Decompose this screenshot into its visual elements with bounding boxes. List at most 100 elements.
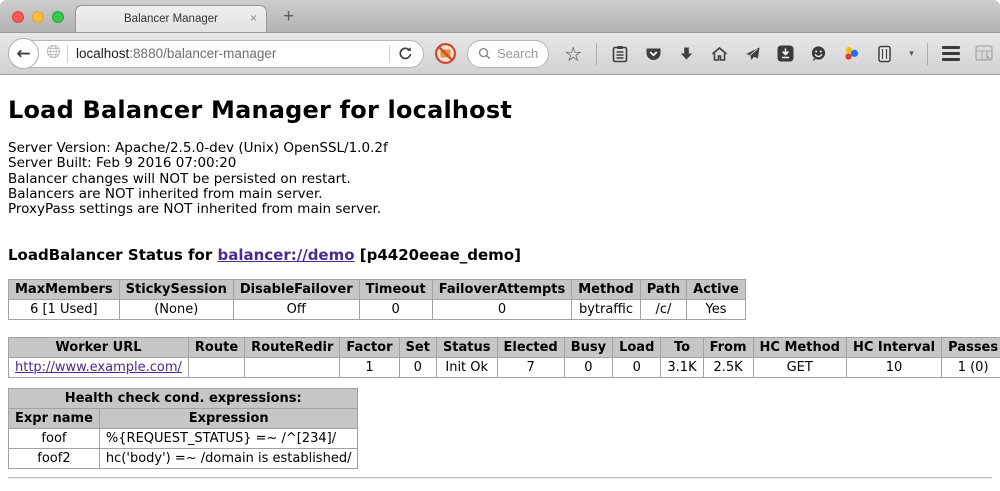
col-disablefailover: DisableFailover xyxy=(233,280,359,300)
col-routeredir: RouteRedir xyxy=(245,338,340,358)
path-value: /c/ xyxy=(640,300,686,320)
tab-balancer-manager[interactable]: Balancer Manager × xyxy=(75,5,267,32)
table-row: foof %{REQUEST_STATUS} =~ /^[234]/ xyxy=(9,429,358,449)
loadbalancer-status-heading: LoadBalancer Status for balancer://demo … xyxy=(8,246,992,264)
col-elected: Elected xyxy=(497,338,564,358)
hc-interval-value: 10 xyxy=(846,358,941,378)
home-icon xyxy=(711,46,728,62)
reading-list-button[interactable] xyxy=(610,43,630,65)
toolbar-separator xyxy=(927,43,928,65)
minimize-window-button[interactable] xyxy=(32,11,44,23)
status-prefix: LoadBalancer Status for xyxy=(8,246,212,264)
chat-smiley-icon xyxy=(810,45,827,62)
flash-blocked-button[interactable] xyxy=(434,42,457,65)
table-header-row: Worker URL Route RouteRedir Factor Set S… xyxy=(9,338,1000,358)
worker-url-link[interactable]: http://www.example.com/ xyxy=(15,360,182,375)
flash-blocked-icon xyxy=(434,42,457,65)
col-worker-url: Worker URL xyxy=(9,338,189,358)
url-bar[interactable]: localhost:8880/balancer-manager xyxy=(24,40,424,68)
toolbar-icon-row: ☆ xyxy=(563,43,994,65)
tab-bar: Balancer Manager × + xyxy=(0,0,1000,33)
from-value: 2.5K xyxy=(703,358,753,378)
col-from: From xyxy=(703,338,753,358)
send-button[interactable] xyxy=(742,43,762,65)
page-content: Load Balancer Manager for localhost Serv… xyxy=(0,75,1000,491)
search-input[interactable]: Search xyxy=(467,40,549,68)
back-button[interactable]: ← xyxy=(8,38,39,69)
expr-name-value: foof xyxy=(9,429,100,449)
server-built-line: Server Built: Feb 9 2016 07:00:20 xyxy=(8,156,992,171)
home-button[interactable] xyxy=(709,43,729,65)
expression-value: hc('body') =~ /domain is established/ xyxy=(99,449,358,469)
window-controls xyxy=(12,11,64,23)
footer-divider xyxy=(8,477,992,479)
disablefailover-value: Off xyxy=(233,300,359,320)
col-maxmembers: MaxMembers xyxy=(9,280,120,300)
col-load: Load xyxy=(613,338,661,358)
pocket-button[interactable] xyxy=(643,43,663,65)
balancer-settings-table: MaxMembers StickySession DisableFailover… xyxy=(8,279,746,320)
download-arrow-icon xyxy=(679,46,694,62)
video-download-button[interactable] xyxy=(775,43,795,65)
new-tab-button[interactable]: + xyxy=(283,6,294,28)
col-active: Active xyxy=(687,280,746,300)
status-value: Init Ok xyxy=(436,358,497,378)
table-header-row: MaxMembers StickySession DisableFailover… xyxy=(9,280,746,300)
hamburger-menu-button[interactable] xyxy=(941,43,961,65)
col-to: To xyxy=(661,338,703,358)
globe-icon xyxy=(46,44,61,63)
col-status: Status xyxy=(436,338,497,358)
bookmark-star-button[interactable]: ☆ xyxy=(563,43,583,65)
container-icon xyxy=(877,45,892,63)
stickysession-value: (None) xyxy=(119,300,233,320)
navigation-toolbar: ← localhost:8880/balancer-manager Search xyxy=(0,33,1000,75)
tab-grid-button[interactable] xyxy=(974,43,994,65)
table-row: http://www.example.com/ 1 0 Init Ok 7 0 … xyxy=(9,358,1000,378)
container-button[interactable] xyxy=(874,43,894,65)
reload-button[interactable] xyxy=(398,46,413,61)
page-title: Load Balancer Manager for localhost xyxy=(8,75,992,124)
table-row: foof2 hc('body') =~ /domain is establish… xyxy=(9,449,358,469)
col-stickysession: StickySession xyxy=(119,280,233,300)
url-text: localhost:8880/balancer-manager xyxy=(76,46,381,61)
search-placeholder: Search xyxy=(497,46,538,61)
tab-grid-icon xyxy=(975,45,993,62)
dropdown-caret-icon[interactable]: ▾ xyxy=(909,49,914,59)
failoverattempts-value: 0 xyxy=(432,300,572,320)
col-timeout: Timeout xyxy=(359,280,432,300)
active-value: Yes xyxy=(687,300,746,320)
toolbar-separator xyxy=(596,43,597,65)
persist-notice-line: Balancer changes will NOT be persisted o… xyxy=(8,172,992,187)
col-hc-interval: HC Interval xyxy=(846,338,941,358)
bookmark-star-icon: ☆ xyxy=(564,44,582,64)
hc-method-value: GET xyxy=(753,358,846,378)
reload-divider xyxy=(389,45,390,63)
send-plane-icon xyxy=(744,46,761,62)
color-dots-button[interactable] xyxy=(841,43,861,65)
proxypass-notice-line: ProxyPass settings are NOT inherited fro… xyxy=(8,202,992,217)
col-set: Set xyxy=(399,338,436,358)
close-window-button[interactable] xyxy=(12,11,24,23)
downloads-button[interactable] xyxy=(676,43,696,65)
balancers-notice-line: Balancers are NOT inherited from main se… xyxy=(8,187,992,202)
url-group: ← localhost:8880/balancer-manager xyxy=(8,38,424,69)
expr-name-value: foof2 xyxy=(9,449,100,469)
chat-button[interactable] xyxy=(808,43,828,65)
col-path: Path xyxy=(640,280,686,300)
route-value xyxy=(188,358,244,378)
balancer-demo-link[interactable]: balancer://demo xyxy=(217,246,354,264)
url-domain: localhost xyxy=(76,46,129,61)
passes-value: 1 (0) xyxy=(942,358,1000,378)
back-icon: ← xyxy=(16,44,30,64)
table-header-row: Expr name Expression xyxy=(9,409,358,429)
color-dots-icon xyxy=(843,45,860,62)
status-suffix: [p4420eeae_demo] xyxy=(360,246,521,264)
busy-value: 0 xyxy=(564,358,612,378)
pocket-icon xyxy=(645,46,662,62)
reload-icon xyxy=(398,46,413,61)
tab-close-icon[interactable]: × xyxy=(250,12,257,24)
table-title-row: Health check cond. expressions: xyxy=(9,389,358,409)
health-check-title: Health check cond. expressions: xyxy=(9,389,358,409)
table-row: 6 [1 Used] (None) Off 0 0 bytraffic /c/ … xyxy=(9,300,746,320)
zoom-window-button[interactable] xyxy=(52,11,64,23)
